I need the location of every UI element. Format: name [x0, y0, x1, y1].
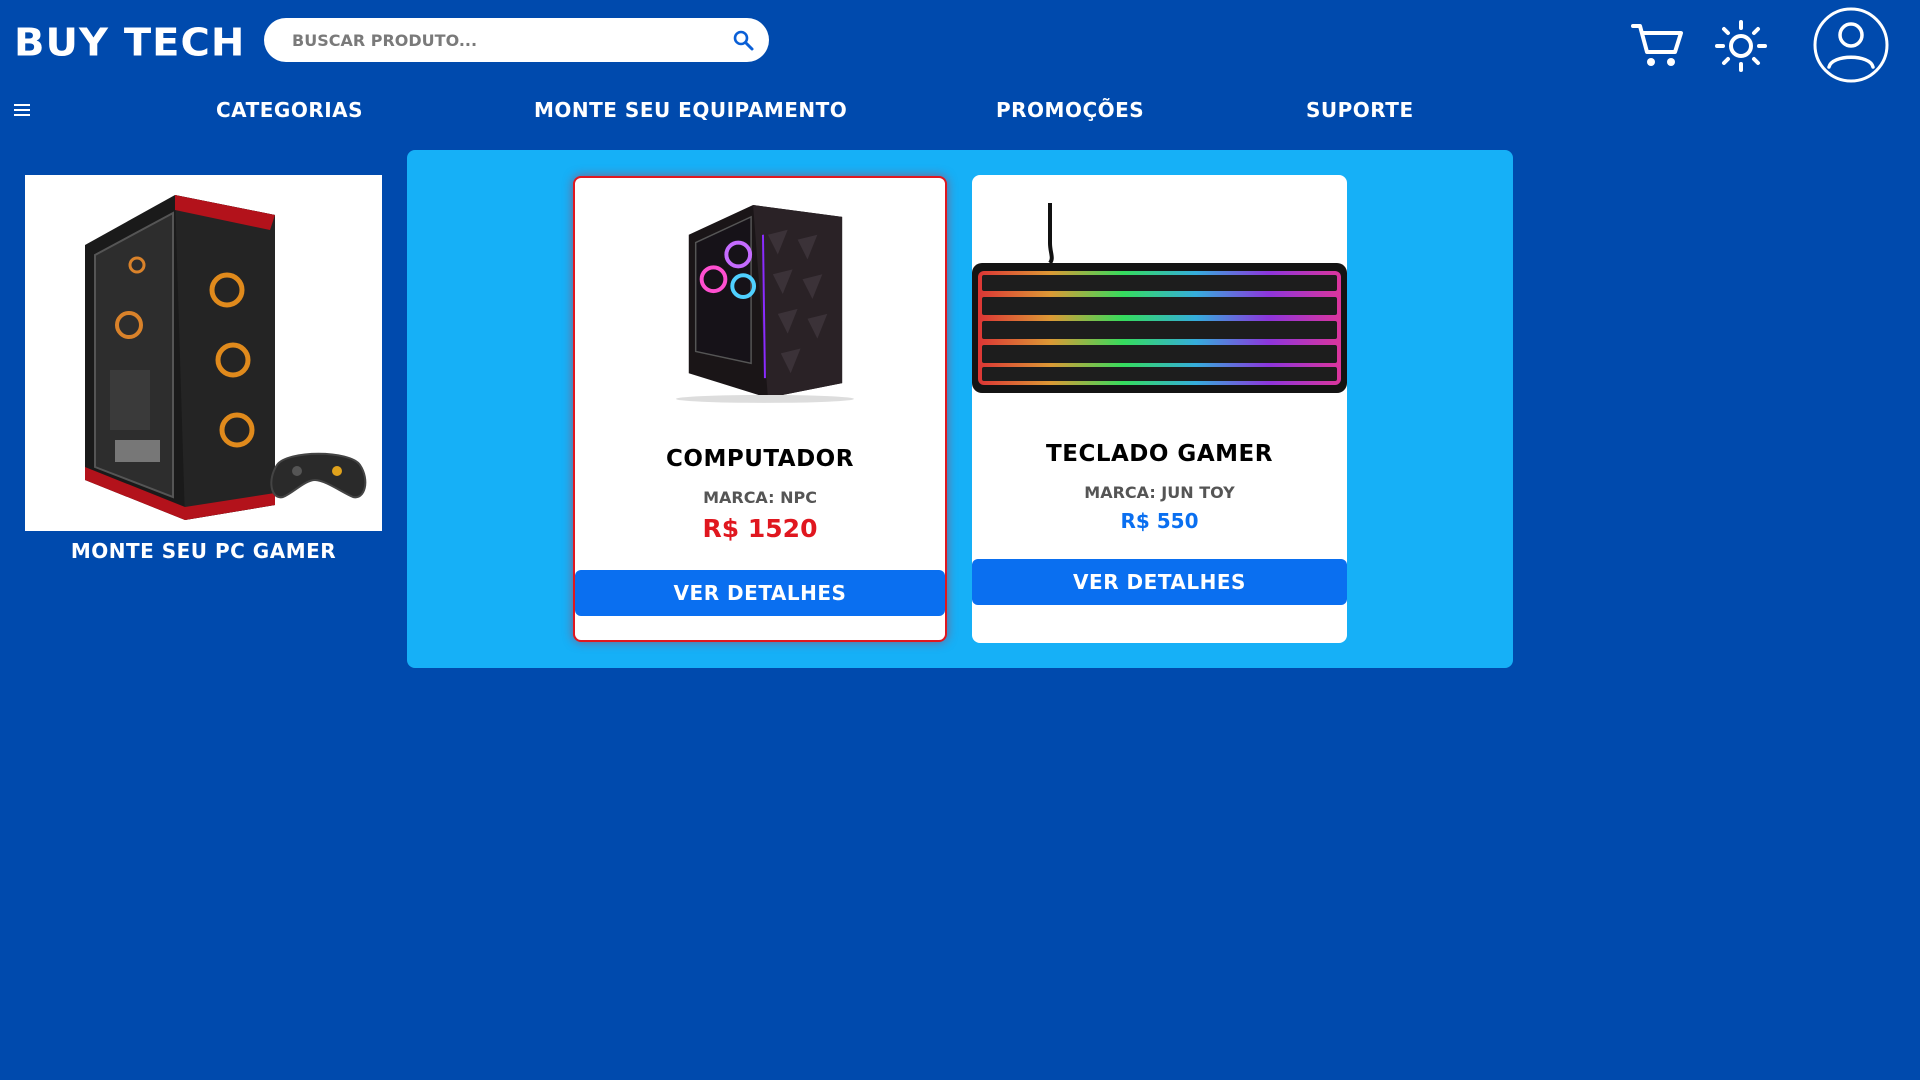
hamburger-menu-icon[interactable] [14, 104, 30, 118]
product-title[interactable]: COMPUTADOR [575, 446, 945, 472]
user-avatar-icon[interactable] [1812, 6, 1890, 84]
product-brand: MARCA: NPC [703, 488, 817, 507]
product-price: R$ 550 [1120, 509, 1199, 533]
sun-icon[interactable] [1713, 18, 1769, 74]
products-panel: COMPUTADOR MARCA: NPC R$ 1520 VER DETALH… [407, 150, 1513, 668]
product-brand: MARCA: JUN TOY [1084, 483, 1235, 502]
product-price: R$ 1520 [702, 514, 818, 543]
product-title[interactable]: TECLADO GAMER [972, 441, 1347, 467]
computer-case-image [675, 205, 854, 403]
search-bar [264, 18, 769, 62]
view-details-button[interactable]: VER DETALHES [575, 570, 945, 616]
header: BUY TECH [0, 0, 1920, 90]
product-card-computador[interactable]: COMPUTADOR MARCA: NPC R$ 1520 VER DETALH… [573, 176, 947, 642]
main-nav: CATEGORIAS MONTE SEU EQUIPAMENTO PROMOÇÕ… [0, 96, 1920, 128]
gaming-keyboard-image [972, 203, 1347, 393]
search-input[interactable] [290, 25, 710, 55]
logo[interactable]: BUY TECH [14, 15, 245, 70]
search-icon[interactable] [731, 28, 755, 52]
cart-icon[interactable] [1630, 18, 1686, 74]
pc-gamer-image[interactable] [25, 175, 382, 531]
nav-monte-seu-equipamento[interactable]: MONTE SEU EQUIPAMENTO [534, 98, 847, 122]
nav-suporte[interactable]: SUPORTE [1306, 98, 1414, 122]
nav-categorias[interactable]: CATEGORIAS [216, 98, 363, 122]
promo-label[interactable]: MONTE SEU PC GAMER [25, 539, 382, 563]
pc-gamer-promo[interactable]: MONTE SEU PC GAMER [25, 175, 382, 563]
nav-promocoes[interactable]: PROMOÇÕES [996, 98, 1144, 122]
product-card-teclado-gamer[interactable]: TECLADO GAMER MARCA: JUN TOY R$ 550 VER … [972, 175, 1347, 643]
view-details-button[interactable]: VER DETALHES [972, 559, 1347, 605]
